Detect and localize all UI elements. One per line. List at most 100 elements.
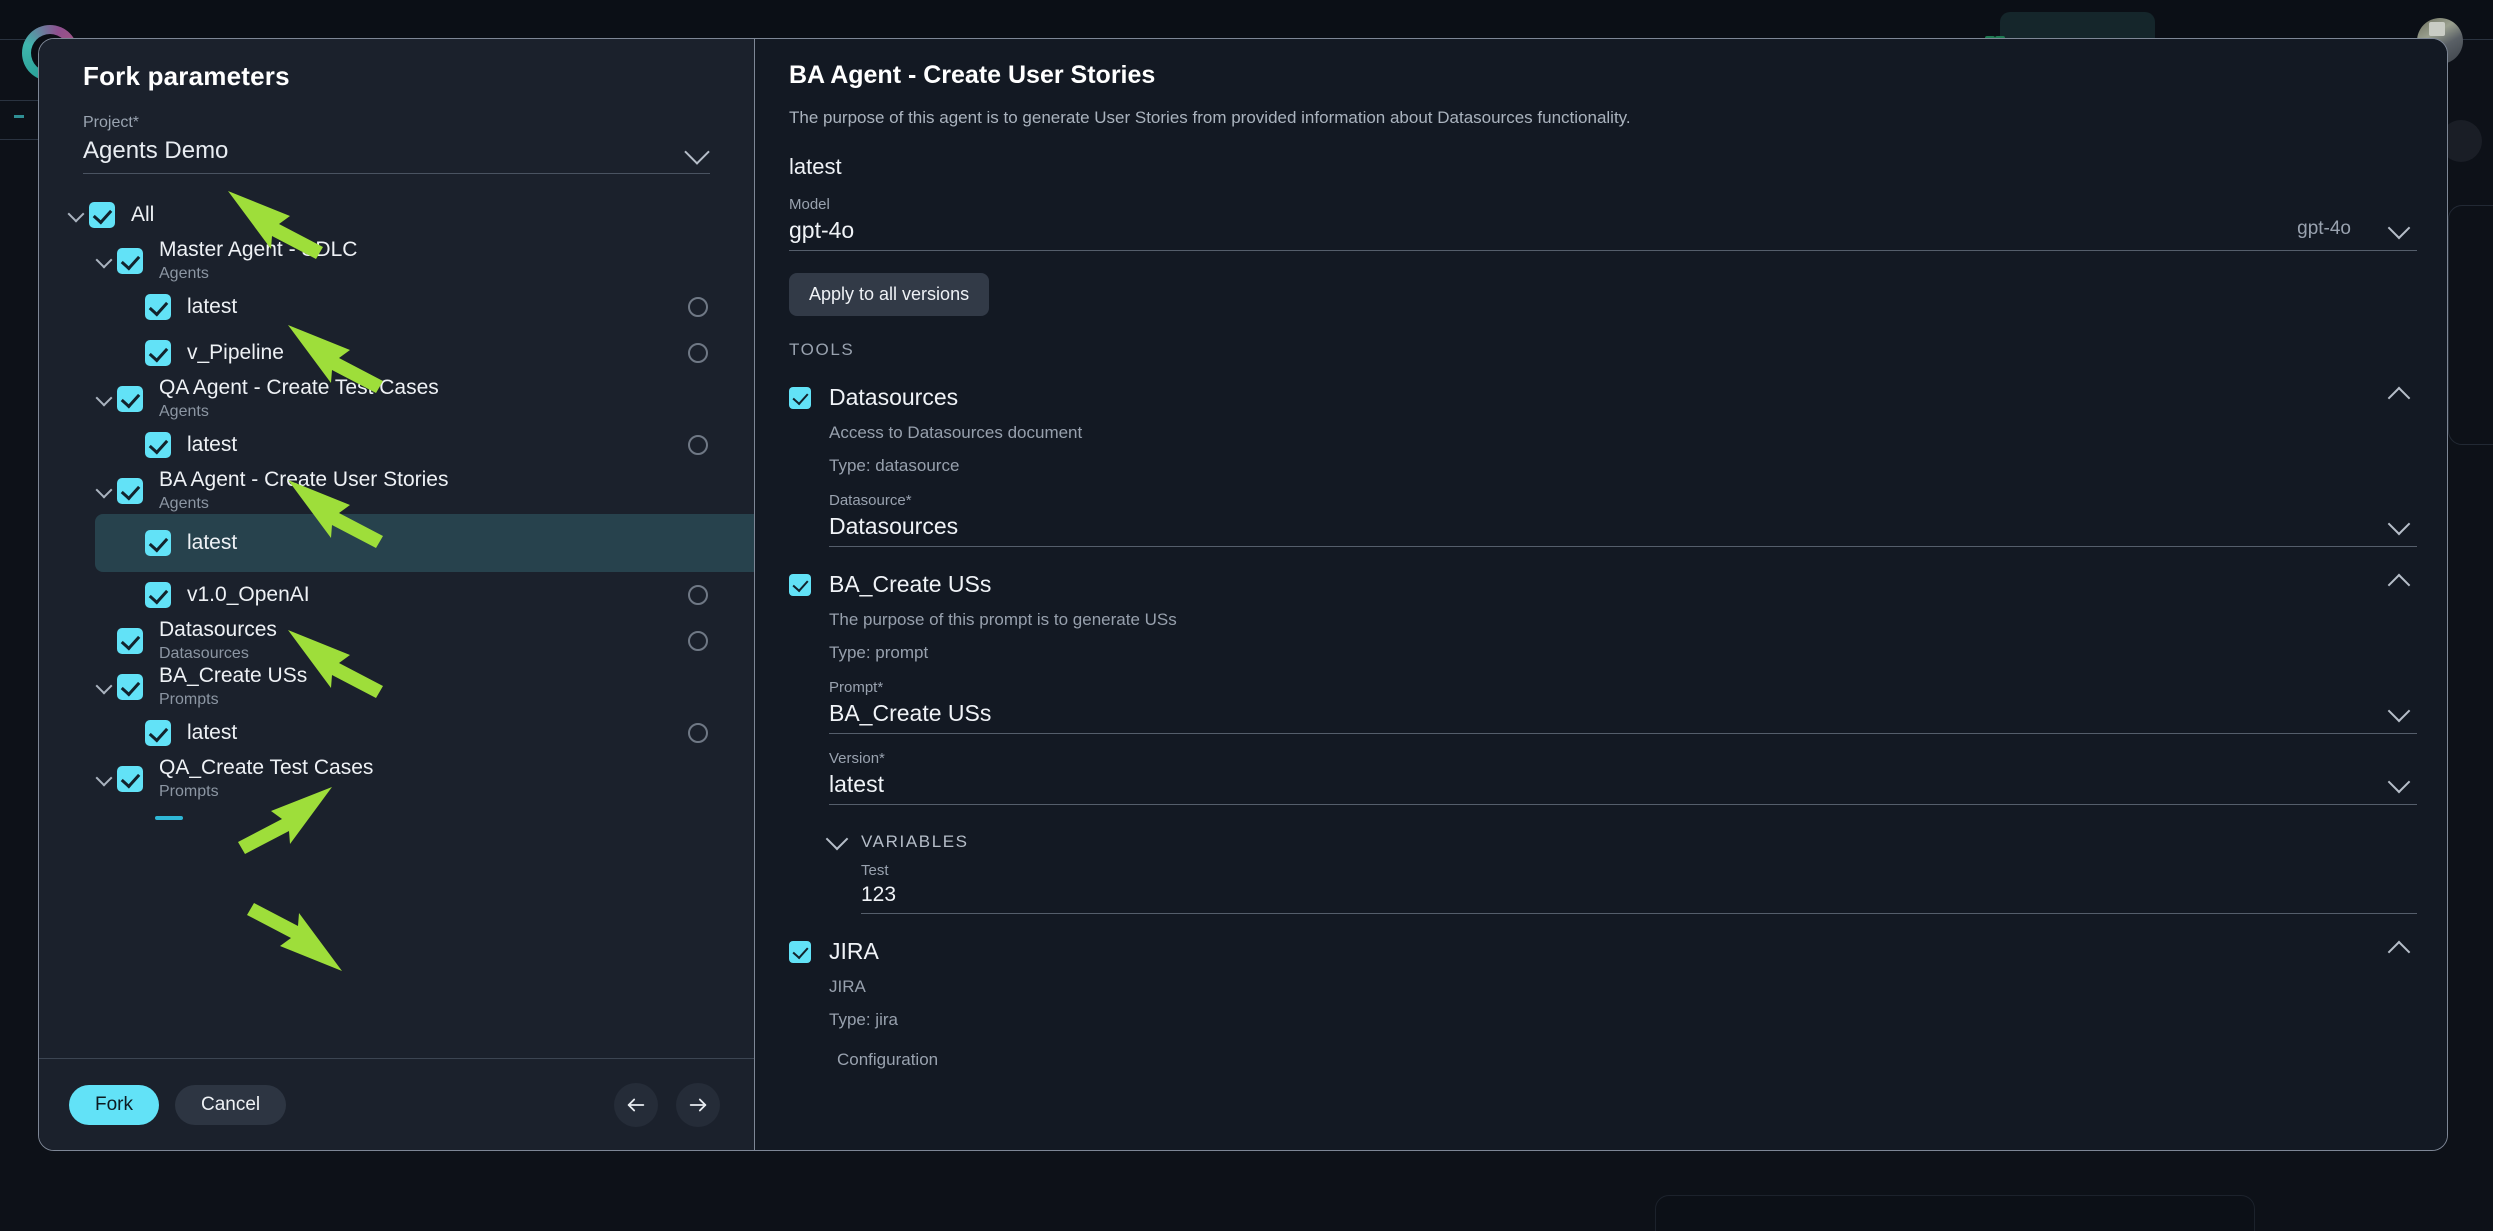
chevron-up-icon[interactable] [2387, 386, 2411, 410]
chevron-down-icon[interactable] [91, 766, 117, 792]
tree-row[interactable]: latest [119, 422, 730, 468]
app-left-edge [0, 100, 38, 140]
tree-row-labels: QA Agent - Create Test Cases Agents [159, 376, 439, 423]
prev-button[interactable] [614, 1082, 658, 1127]
tree-row[interactable]: QA Agent - Create Test Cases Agents [91, 376, 730, 422]
checkbox-checked-icon[interactable] [789, 386, 811, 409]
model-value: gpt-4o [789, 217, 855, 243]
tool-field-value: latest [829, 771, 884, 797]
variable-field[interactable]: Test 123 [861, 862, 2417, 914]
checkbox-checked-icon[interactable] [117, 674, 143, 700]
tree-row-subtitle: Agents [159, 494, 209, 512]
tool-header[interactable]: BA_Create USs [789, 571, 2417, 598]
tree-row[interactable]: v_Pipeline [119, 330, 730, 376]
checkbox-checked-icon[interactable] [89, 202, 115, 228]
radio-button[interactable] [688, 343, 708, 363]
tool-header[interactable]: Datasources [789, 384, 2417, 411]
tree-row[interactable]: Datasources Datasources [91, 618, 730, 664]
tree-row-subtitle: Prompts [159, 690, 219, 708]
checkbox-checked-icon[interactable] [117, 248, 143, 274]
tool-type: Type: jira [829, 1010, 898, 1029]
radio-button[interactable] [688, 723, 708, 743]
checkbox-checked-icon[interactable] [117, 628, 143, 654]
tree-row-subtitle: Prompts [159, 782, 219, 800]
tool-item: Datasources Access to Datasources documen… [789, 384, 2417, 547]
tree-row-name: latest [187, 294, 238, 318]
tree-row-labels: All [131, 203, 154, 227]
checkbox-checked-icon[interactable] [145, 582, 171, 608]
checkbox-checked-icon[interactable] [145, 720, 171, 746]
model-select[interactable]: Model gpt-4o gpt-4o [789, 196, 2417, 251]
radio-button[interactable] [688, 435, 708, 455]
checkbox-checked-icon[interactable] [145, 294, 171, 320]
checkbox-checked-icon[interactable] [117, 766, 143, 792]
tree-row-name: BA_Create USs [159, 663, 308, 687]
agent-title: BA Agent - Create User Stories [789, 61, 1156, 89]
loading-indicator [155, 816, 183, 820]
tree-row[interactable]: latest [119, 284, 730, 330]
tree-row[interactable]: latest [95, 514, 754, 572]
tree-row[interactable]: BA_Create USs Prompts [91, 664, 730, 710]
chevron-down-icon[interactable] [91, 674, 117, 700]
tree-row-labels: latest [187, 295, 237, 319]
tool-field-label: Version* [829, 750, 885, 767]
tree-row-labels: Master Agent - SDLC Agents [159, 238, 357, 285]
fork-footer: Fork Cancel [39, 1058, 754, 1150]
tool-field-label: Prompt* [829, 679, 884, 696]
checkbox-checked-icon[interactable] [117, 478, 143, 504]
tree-row[interactable]: All [63, 192, 730, 238]
chevron-up-icon[interactable] [2387, 940, 2411, 964]
radio-button[interactable] [688, 585, 708, 605]
checkbox-checked-icon[interactable] [789, 940, 811, 963]
checkbox-checked-icon[interactable] [117, 386, 143, 412]
checkbox-checked-icon[interactable] [789, 573, 811, 596]
tool-field[interactable]: Prompt* BA_Create USs [829, 679, 2417, 734]
tree-row-name: latest [187, 432, 238, 456]
resource-tree[interactable]: All Master Agent - SDLC Agents latest v_Pipe… [39, 174, 754, 1058]
project-value: Agents Demo [83, 137, 229, 164]
tree-row[interactable]: Master Agent - SDLC Agents [91, 238, 730, 284]
tree-row-labels: latest [187, 433, 237, 457]
tree-row-labels: BA_Create USs Prompts [159, 664, 307, 711]
radio-button[interactable] [688, 631, 708, 651]
fork-left-panel: Fork parameters Project* Agents Demo All… [39, 39, 755, 1150]
chevron-down-icon[interactable] [91, 248, 117, 274]
chevron-down-icon[interactable] [91, 478, 117, 504]
variables-header[interactable]: VARIABLES [825, 827, 2417, 852]
cancel-button[interactable]: Cancel [175, 1084, 287, 1125]
checkbox-checked-icon[interactable] [145, 340, 171, 366]
tool-description: Access to Datasources document [829, 423, 1083, 442]
tool-type: Type: datasource [829, 456, 960, 475]
tree-row-name: BA Agent - Create User Stories [159, 467, 449, 491]
tree-row-name: latest [187, 720, 238, 744]
agent-details-panel: BA Agent - Create User Stories The purpo… [755, 39, 2447, 1150]
chevron-down-icon[interactable] [91, 386, 117, 412]
checkbox-checked-icon[interactable] [145, 530, 171, 556]
tool-field[interactable]: Version* latest [829, 750, 2417, 805]
radio-button[interactable] [688, 297, 708, 317]
tool-header[interactable]: JIRA [789, 938, 2417, 965]
fork-button[interactable]: Fork [69, 1084, 159, 1125]
agent-description: The purpose of this agent is to generate… [789, 108, 1631, 127]
next-button[interactable] [676, 1082, 720, 1127]
model-hint: gpt-4o [2297, 218, 2351, 239]
tree-row[interactable]: QA_Create Test Cases Prompts [91, 756, 730, 802]
chevron-up-icon[interactable] [2387, 573, 2411, 597]
pagination-controls [614, 1082, 720, 1127]
checkbox-checked-icon[interactable] [145, 432, 171, 458]
tool-field[interactable]: Datasource* Datasources [829, 492, 2417, 547]
apply-to-all-versions-button[interactable]: Apply to all versions [789, 273, 990, 316]
chevron-down-icon[interactable] [63, 202, 89, 228]
bottom-card [1655, 1195, 2255, 1231]
tree-row[interactable]: BA Agent - Create User Stories Agents [91, 468, 730, 514]
tree-row-name: latest [187, 530, 238, 554]
tree-row-labels: v_Pipeline [187, 341, 284, 365]
tool-field-value: Datasources [829, 513, 959, 539]
chevron-down-icon[interactable] [825, 827, 849, 851]
tree-row[interactable]: v1.0_OpenAI [119, 572, 730, 618]
project-select[interactable]: Project* Agents Demo [83, 114, 710, 174]
tree-row[interactable]: latest [119, 710, 730, 756]
